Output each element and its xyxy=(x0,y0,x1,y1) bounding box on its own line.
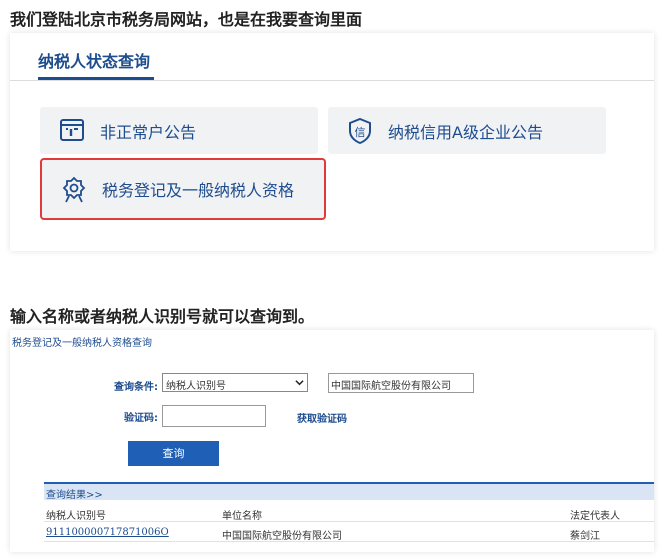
query-button[interactable]: 查询 xyxy=(128,441,219,466)
condition-label: 查询条件: xyxy=(114,382,158,393)
credit-shield-icon: 信 xyxy=(349,117,371,144)
form-title: 税务登记及一般纳税人资格查询 xyxy=(12,338,152,349)
captcha-input[interactable] xyxy=(162,405,266,427)
company-name-cell: 中国国际航空股份有限公司 xyxy=(222,531,342,542)
taxpayer-id-link[interactable]: 911100000717871006O xyxy=(46,527,169,538)
notice-board-icon xyxy=(60,118,84,141)
column-header-company-name: 单位名称 xyxy=(222,511,262,522)
tile-tax-registration-qualification[interactable]: 税务登记及一般纳税人资格 xyxy=(40,158,326,220)
legal-rep-cell: 蔡剑江 xyxy=(570,531,600,542)
caption-top: 我们登陆北京市税务局网站，也是在我要查询里面 xyxy=(10,10,363,29)
tile-label: 非正常户公告 xyxy=(100,122,197,142)
svg-text:信: 信 xyxy=(355,126,366,139)
condition-select[interactable]: 纳税人识别号 xyxy=(162,373,308,392)
tile-abnormal-household-notice[interactable]: 非正常户公告 xyxy=(40,107,318,154)
column-header-taxpayer-id: 纳税人识别号 xyxy=(46,511,106,522)
column-header-legal-rep: 法定代表人 xyxy=(570,511,620,522)
results-title: 查询结果>> xyxy=(46,490,103,501)
caption-middle: 输入名称或者纳税人识别号就可以查询到。 xyxy=(10,307,315,326)
chevron-down-icon xyxy=(295,380,304,386)
taxpayer-status-panel: 纳税人状态查询 非正常户公告 信 纳税信用A级企业公告 税务登记及一般纳税人资格 xyxy=(10,33,654,251)
tile-label: 纳税信用A级企业公告 xyxy=(388,122,543,142)
panel-title: 纳税人状态查询 xyxy=(38,52,151,71)
award-badge-icon xyxy=(62,176,86,203)
company-name-input[interactable]: 中国国际航空股份有限公司 xyxy=(328,373,474,393)
get-captcha-link[interactable]: 获取验证码 xyxy=(297,410,347,425)
results-header: 查询结果>> xyxy=(44,482,654,501)
captcha-label: 验证码: xyxy=(124,413,158,424)
tile-label: 税务登记及一般纳税人资格 xyxy=(102,181,295,200)
table-row: 911100000717871006O 中国国际航空股份有限公司 蔡剑江 xyxy=(44,524,654,542)
tile-credit-a-notice[interactable]: 信 纳税信用A级企业公告 xyxy=(328,107,606,154)
divider xyxy=(10,80,654,81)
qualification-query-form: 税务登记及一般纳税人资格查询 查询条件: 纳税人识别号 中国国际航空股份有限公司… xyxy=(10,330,654,552)
condition-selected: 纳税人识别号 xyxy=(166,381,226,392)
table-header-row: 纳税人识别号 单位名称 法定代表人 xyxy=(44,504,654,522)
